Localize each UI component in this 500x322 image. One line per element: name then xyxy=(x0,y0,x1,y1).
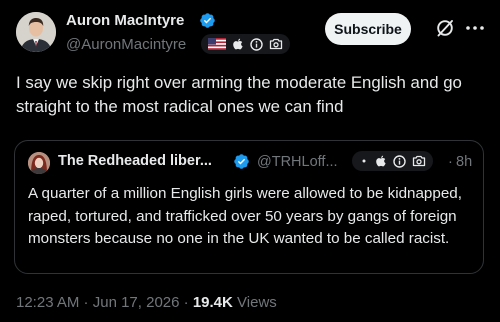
quote-author-handle[interactable]: @TRHLoff... xyxy=(257,154,338,170)
small-dot-icon xyxy=(362,159,366,163)
verified-badge-icon xyxy=(234,154,249,169)
quote-timestamp[interactable]: 8h xyxy=(456,154,472,170)
us-flag-icon xyxy=(208,38,226,50)
tweet-date[interactable]: Jun 17, 2026 xyxy=(93,294,180,311)
grok-icon[interactable] xyxy=(434,17,456,39)
author-handle[interactable]: @AuronMacintyre xyxy=(66,36,186,53)
quote-author-name[interactable]: The Redheaded liber... xyxy=(58,153,212,169)
meta-separator: · xyxy=(79,294,93,311)
quote-separator: · xyxy=(448,154,453,170)
views-label: Views xyxy=(237,294,277,311)
quote-badges xyxy=(352,151,433,171)
author-badges xyxy=(201,34,290,54)
verified-badge-icon xyxy=(200,13,215,28)
quote-avatar[interactable] xyxy=(28,152,50,174)
author-avatar[interactable] xyxy=(16,12,56,52)
quoted-tweet[interactable]: The Redheaded liber... @TRHLoff... · 8h … xyxy=(14,140,484,274)
apple-icon xyxy=(233,38,243,49)
quote-text: A quarter of a million English girls wer… xyxy=(28,185,462,248)
tweet-text: I say we skip right over arming the mode… xyxy=(16,73,462,116)
apple-icon xyxy=(376,155,386,166)
camera-icon xyxy=(412,155,426,167)
tweet-meta: 12:23 AM · Jun 17, 2026 · 19.4K Views xyxy=(16,294,277,311)
meta-separator-2: · xyxy=(179,294,193,311)
author-name[interactable]: Auron MacIntyre xyxy=(66,12,184,29)
tweet-time[interactable]: 12:23 AM xyxy=(16,294,79,311)
info-icon xyxy=(393,154,406,168)
camera-icon xyxy=(269,38,283,50)
subscribe-button[interactable]: Subscribe xyxy=(325,13,411,45)
views-count: 19.4K xyxy=(192,294,233,311)
info-icon xyxy=(250,37,263,51)
more-icon[interactable] xyxy=(464,19,486,37)
